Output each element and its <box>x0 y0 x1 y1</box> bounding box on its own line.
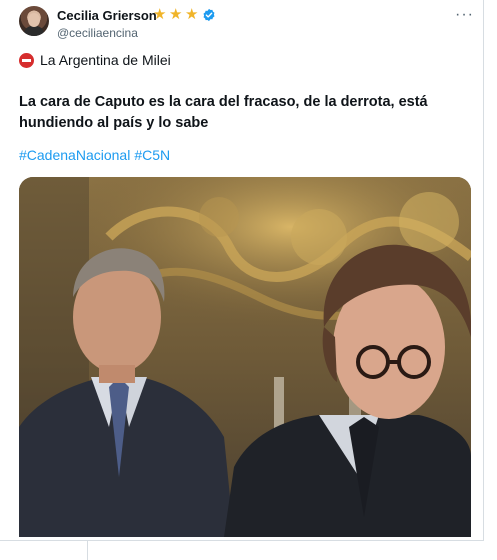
avatar[interactable] <box>19 6 49 36</box>
tweet-card[interactable]: Cecilia Grierson ★ ★ ★ @ceciliaencina ··… <box>0 0 484 541</box>
verified-badge-icon <box>203 8 215 22</box>
status-line-text: La Argentina de Milei <box>40 52 171 68</box>
star-badges: ★ ★ ★ <box>153 7 200 22</box>
avatar-body <box>24 26 44 36</box>
media-video[interactable] <box>19 177 471 537</box>
status-line: La Argentina de Milei <box>19 52 171 68</box>
video-still-image <box>19 177 471 537</box>
tweet-text: La cara de Caputo es la cara del fracaso… <box>19 94 428 131</box>
star-icon: ★ <box>153 6 167 23</box>
user-handle[interactable]: @ceciliaencina <box>57 26 138 40</box>
no-entry-icon <box>19 52 34 68</box>
hashtag-link[interactable]: #C5N <box>134 147 170 163</box>
divider <box>87 541 88 560</box>
hashtag-link[interactable]: #CadenaNacional <box>19 147 130 163</box>
star-icon: ★ <box>185 6 199 23</box>
avatar-face <box>28 13 40 27</box>
hashtag-list: #CadenaNacional #C5N <box>19 147 170 163</box>
display-name[interactable]: Cecilia Grierson <box>57 8 157 23</box>
more-options-icon[interactable]: ··· <box>455 6 474 24</box>
star-icon: ★ <box>169 6 183 23</box>
